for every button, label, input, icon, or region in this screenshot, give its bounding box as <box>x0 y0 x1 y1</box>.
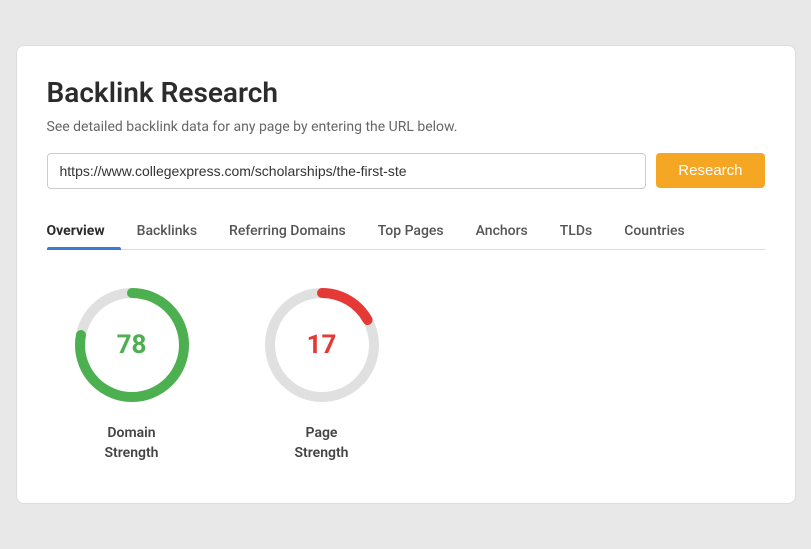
page-subtitle: See detailed backlink data for any page … <box>47 119 765 135</box>
page-title: Backlink Research <box>47 76 765 109</box>
research-button[interactable]: Research <box>656 153 764 188</box>
domain-strength-value: 78 <box>117 330 147 360</box>
gauges-row: 78 DomainStrength 17 PageStrength <box>47 280 765 463</box>
page-strength-gauge: 17 PageStrength <box>257 280 387 463</box>
tab-countries[interactable]: Countries <box>608 213 701 249</box>
page-strength-label: PageStrength <box>295 424 349 463</box>
domain-strength-container: 78 <box>67 280 197 410</box>
tab-referring-domains[interactable]: Referring Domains <box>213 213 362 249</box>
url-input[interactable] <box>47 153 647 189</box>
tab-tlds[interactable]: TLDs <box>544 213 608 249</box>
tab-top-pages[interactable]: Top Pages <box>362 213 460 249</box>
page-strength-value: 17 <box>307 330 337 360</box>
tab-backlinks[interactable]: Backlinks <box>121 213 213 249</box>
tab-anchors[interactable]: Anchors <box>460 213 544 249</box>
tab-overview[interactable]: Overview <box>47 213 121 249</box>
domain-strength-gauge: 78 DomainStrength <box>67 280 197 463</box>
search-row: Research <box>47 153 765 189</box>
domain-strength-label: DomainStrength <box>105 424 159 463</box>
main-card: Backlink Research See detailed backlink … <box>16 45 796 504</box>
page-strength-container: 17 <box>257 280 387 410</box>
nav-tabs: Overview Backlinks Referring Domains Top… <box>47 213 765 250</box>
